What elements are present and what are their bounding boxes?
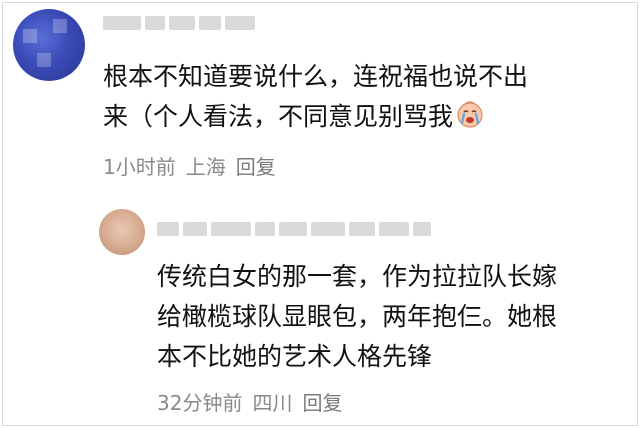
reply-line: 本不比她的艺术人格先锋	[157, 342, 433, 371]
comment-card: 根本不知道要说什么，连祝福也说不出 来（个人看法，不同意见别骂我 1小时前 上海…	[2, 2, 638, 426]
comment-line: 根本不知道要说什么，连祝福也说不出	[103, 62, 529, 91]
reply-line: 传统白女的那一套，作为拉拉队长嫁	[157, 262, 558, 291]
username-blurred[interactable]	[157, 219, 431, 239]
comment-location: 上海	[185, 155, 226, 179]
comment-time: 1小时前	[103, 155, 176, 179]
avatar[interactable]	[99, 209, 145, 255]
crying-face-icon	[457, 101, 483, 128]
reply-meta: 32分钟前 四川 回复	[157, 387, 342, 416]
avatar[interactable]	[13, 9, 85, 81]
reply-button[interactable]: 回复	[236, 151, 276, 180]
reply-line: 给橄榄球队显眼包，两年抱仨。她根	[157, 302, 558, 331]
reply-time: 32分钟前	[157, 391, 243, 415]
reply-button[interactable]: 回复	[302, 387, 342, 416]
reply-location: 四川	[252, 391, 293, 415]
comment-line: 来（个人看法，不同意见别骂我	[103, 102, 454, 131]
comment-text: 根本不知道要说什么，连祝福也说不出 来（个人看法，不同意见别骂我	[103, 57, 528, 137]
comment-meta: 1小时前 上海 回复	[103, 151, 276, 180]
reply-text: 传统白女的那一套，作为拉拉队长嫁 给橄榄球队显眼包，两年抱仨。她根 本不比她的艺…	[157, 257, 557, 377]
username-blurred[interactable]	[103, 13, 255, 33]
